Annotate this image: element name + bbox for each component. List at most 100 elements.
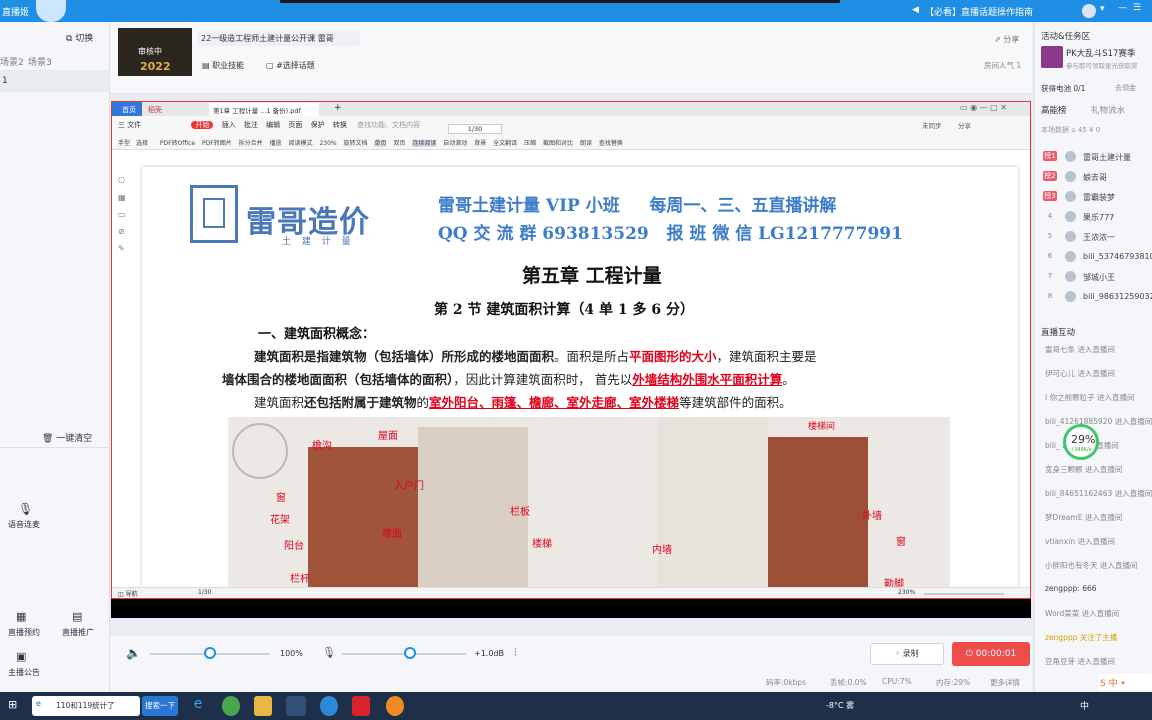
screen-capture-preview[interactable]: 首页 稻壳 第1章 工程计量 ...1 备份).pdf + ▭ ◉ — ▢ ✕ … bbox=[111, 101, 1031, 599]
player-icon[interactable] bbox=[320, 696, 338, 716]
tool-continuous[interactable]: 连续阅读 bbox=[412, 140, 437, 147]
promote-button[interactable]: 直播推广 bbox=[62, 627, 94, 638]
tool-readaloud[interactable]: 朗读 bbox=[580, 140, 592, 147]
promote-icon[interactable]: ▤ bbox=[72, 610, 82, 623]
pdf-search[interactable]: 查找功能、文档内容 bbox=[357, 121, 420, 129]
pk-icon[interactable] bbox=[1041, 46, 1063, 68]
tool-single[interactable]: 单页 bbox=[374, 140, 387, 147]
ranking-row[interactable]: 5 王浓浓一 bbox=[1035, 230, 1152, 244]
taskbar-search[interactable]: e 110和119统计了 bbox=[32, 696, 140, 716]
tab-home[interactable]: 首页 bbox=[112, 102, 142, 116]
tool-autoscroll[interactable]: 自动滚动 bbox=[443, 140, 467, 147]
ranking-row[interactable]: 4 果乐777 bbox=[1035, 210, 1152, 224]
scene-item[interactable]: 1 bbox=[0, 70, 109, 92]
ime-text[interactable]: 中 bbox=[1080, 699, 1089, 712]
ranking-row[interactable]: 7 邹城小王 bbox=[1035, 270, 1152, 284]
pdf-zoom-level[interactable]: 230% bbox=[898, 589, 915, 596]
menu-edit[interactable]: 编辑 bbox=[266, 121, 280, 129]
booking-button[interactable]: 直播预约 bbox=[8, 627, 40, 638]
ie-icon[interactable]: e bbox=[188, 696, 208, 716]
ime-toolbar[interactable]: S 中 • bbox=[1098, 674, 1152, 690]
tool-read[interactable]: 阅读模式 bbox=[289, 140, 313, 147]
cpu-monitor-widget[interactable]: 29% ↑349K/s bbox=[1063, 424, 1099, 460]
minimize-icon[interactable]: — bbox=[1118, 3, 1127, 13]
calendar-icon[interactable]: ▦ bbox=[16, 610, 26, 623]
ranking-row[interactable]: 榜2 娘去哥 bbox=[1035, 170, 1152, 184]
attachment-icon[interactable]: ⊘ bbox=[118, 223, 126, 240]
sync-status[interactable]: 未同步 bbox=[922, 120, 942, 130]
weather-text[interactable]: -8°C 雾 bbox=[826, 700, 854, 711]
announcement-button[interactable]: 主播公告 bbox=[8, 667, 40, 678]
clear-button[interactable]: 🗑 一键清空 bbox=[42, 431, 92, 444]
tool-double[interactable]: 双页 bbox=[393, 140, 405, 147]
tool-split[interactable]: 拆分合并 bbox=[239, 140, 263, 147]
dropdown-icon[interactable]: ▾ bbox=[1100, 4, 1105, 14]
avatar-icon[interactable] bbox=[1082, 4, 1096, 18]
record-button[interactable]: ◦ 录制 bbox=[870, 643, 944, 665]
microphone-icon[interactable]: 🎙 bbox=[18, 502, 33, 516]
tool-select[interactable]: 选择 bbox=[136, 140, 148, 147]
thumbnail-icon[interactable]: ▦ bbox=[118, 189, 126, 206]
tool-zoom[interactable]: 230% bbox=[319, 140, 336, 147]
page-input[interactable]: 1/30 bbox=[448, 124, 502, 134]
pdf-page-indicator[interactable]: 1/30 bbox=[198, 589, 211, 596]
menu-file[interactable]: 三 文件 bbox=[118, 121, 141, 129]
pk-title[interactable]: PK大乱斗S17赛季 bbox=[1066, 47, 1135, 59]
mic-gain-knob[interactable] bbox=[404, 647, 416, 659]
tool-translate[interactable]: 全文翻译 bbox=[493, 140, 517, 147]
tool-play[interactable]: 播放 bbox=[270, 140, 282, 147]
tab-pdf-file[interactable]: 第1章 工程计量 ...1 备份).pdf bbox=[209, 103, 319, 116]
record-app-icon[interactable] bbox=[386, 696, 404, 716]
notice-link[interactable]: 【必看】直播话题操作指南 bbox=[925, 5, 1033, 18]
tool-to-office[interactable]: PDF转Office bbox=[160, 140, 195, 147]
signature-icon[interactable]: ✎ bbox=[118, 240, 126, 257]
tool-screenshot[interactable]: 截图和对比 bbox=[543, 140, 573, 147]
tab-docer[interactable]: 稻壳 bbox=[148, 104, 208, 116]
menu-start[interactable]: 开始 bbox=[191, 121, 214, 129]
bookmark-icon[interactable]: ⎔ bbox=[118, 172, 126, 189]
category-button[interactable]: ▤ 职业技能 bbox=[202, 60, 244, 71]
tool-background[interactable]: 背景 bbox=[474, 140, 486, 147]
more-details-link[interactable]: 更多详情 bbox=[990, 677, 1020, 688]
tool-to-image[interactable]: PDF转图片 bbox=[202, 140, 232, 147]
ranking-row[interactable]: 榜3 雷霸装梦 bbox=[1035, 190, 1152, 204]
menu-convert[interactable]: 转换 bbox=[333, 121, 347, 129]
ranking-row[interactable]: 6 bili_53746793810 bbox=[1035, 250, 1152, 264]
comment-icon[interactable]: ▭ bbox=[118, 206, 126, 223]
speaker-volume-icon[interactable]: 🔈 bbox=[126, 646, 141, 660]
speaker-volume-knob[interactable] bbox=[204, 647, 216, 659]
menu-page[interactable]: 页面 bbox=[288, 121, 302, 129]
app-icon[interactable] bbox=[286, 696, 306, 716]
start-icon[interactable]: ⊞ bbox=[8, 698, 17, 711]
folder-icon[interactable] bbox=[254, 696, 272, 716]
wps-icon[interactable] bbox=[352, 696, 370, 716]
pdf-zoom-slider[interactable] bbox=[924, 593, 1004, 595]
switch-button[interactable]: ⧉ 切换 bbox=[66, 31, 93, 44]
stream-thumbnail[interactable]: 审核中 2022 bbox=[118, 28, 192, 76]
gift-link[interactable]: 去领金 bbox=[1115, 83, 1136, 93]
tool-find[interactable]: 查找替换 bbox=[599, 140, 623, 147]
window-controls[interactable]: ▭ ◉ — ▢ ✕ bbox=[960, 103, 1007, 112]
topic-button[interactable]: ▢ #选择话题 bbox=[266, 60, 315, 71]
tab-gift-flow[interactable]: 礼物流水 bbox=[1091, 104, 1125, 116]
tab-high-energy[interactable]: 高能榜 bbox=[1041, 104, 1067, 116]
new-tab-icon[interactable]: + bbox=[334, 103, 342, 113]
announcement-icon[interactable]: ▣ bbox=[16, 650, 26, 663]
menu-protect[interactable]: 保护 bbox=[311, 121, 325, 129]
ranking-row[interactable]: 榜1 雷哥土建计量 bbox=[1035, 150, 1152, 164]
menu-comment[interactable]: 批注 bbox=[244, 121, 258, 129]
equalizer-icon[interactable]: ⫶ bbox=[514, 646, 517, 660]
search-button[interactable]: 搜索一下 bbox=[142, 696, 178, 716]
share-button[interactable]: ⇗ 分享 bbox=[994, 34, 1019, 45]
microphone-volume-icon[interactable]: 🎙 bbox=[322, 646, 336, 659]
stop-live-button[interactable]: ⏻ 00:00:01 bbox=[952, 642, 1030, 666]
pdf-share[interactable]: 分享 bbox=[958, 120, 971, 130]
stream-title-field[interactable]: 22一级造工程师土建计量公开课 雷哥 bbox=[198, 30, 360, 46]
menu-insert[interactable]: 插入 bbox=[222, 121, 236, 129]
speaker-icon[interactable]: ◀︎ bbox=[912, 5, 919, 15]
tool-hand[interactable]: 手型 bbox=[118, 140, 130, 147]
ranking-row[interactable]: 8 bili_98631259032 bbox=[1035, 290, 1152, 304]
tool-compress[interactable]: 压缩 bbox=[524, 140, 536, 147]
menu-icon[interactable]: ☰ bbox=[1133, 3, 1141, 13]
browser-icon[interactable] bbox=[222, 696, 240, 716]
